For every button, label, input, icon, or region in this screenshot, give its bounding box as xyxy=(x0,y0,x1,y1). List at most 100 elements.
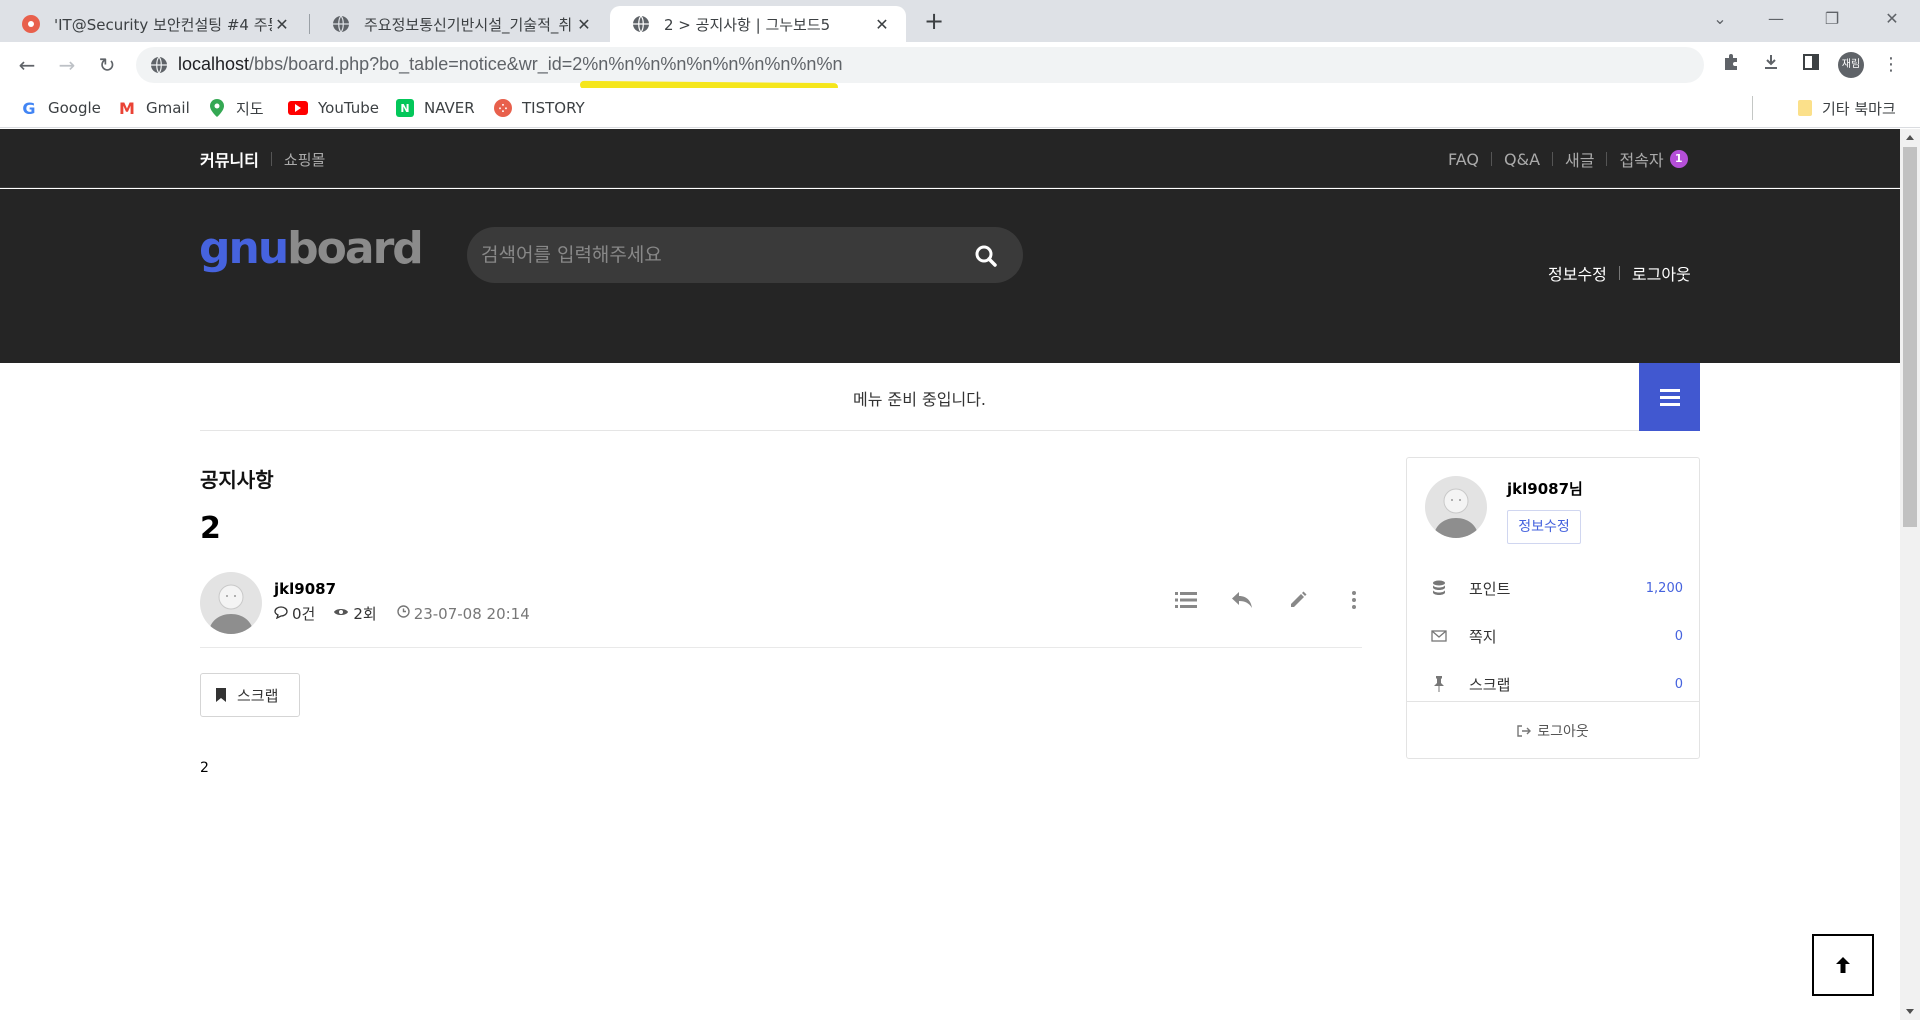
board-title: 공지사항 xyxy=(200,468,274,492)
browser-toolbar: ← → ↻ localhost/bbs/board.php?bo_table=n… xyxy=(0,42,1920,88)
bookmarks-divider xyxy=(1752,96,1753,120)
comment-count: 0건 xyxy=(292,605,316,623)
bookmarks-bar: G Google M Gmail 지도 YouTube N NAVER ⁘ TI… xyxy=(0,88,1920,128)
search-icon[interactable] xyxy=(973,243,999,269)
restore-window-icon[interactable]: ❐ xyxy=(1804,0,1860,38)
member-points-value: 1,200 xyxy=(1645,580,1683,596)
scrap-button-label: 스크랩 xyxy=(237,686,279,705)
tab-search-chevron-icon[interactable]: ⌄ xyxy=(1692,0,1748,38)
header-logout-link[interactable]: 로그아웃 xyxy=(1632,261,1691,285)
member-points-row[interactable]: 포인트 1,200 xyxy=(1429,576,1683,600)
url-path: /bbs/board.php?bo_table=notice&wr_id=2%n… xyxy=(249,54,843,74)
page-viewport: 커뮤니티 쇼핑몰 FAQ Q&A 새글 접속자 1 gnuboard 정보수정 … xyxy=(0,129,1900,1020)
url-host: localhost xyxy=(178,54,250,74)
nav-qa[interactable]: Q&A xyxy=(1504,150,1540,169)
site-info-globe-icon[interactable] xyxy=(150,56,168,74)
bookmark-label: Google xyxy=(48,99,101,117)
writer-avatar[interactable] xyxy=(200,572,262,634)
member-memo-row[interactable]: 쪽지 0 xyxy=(1429,624,1683,648)
bookmark-label: 지도 xyxy=(236,99,264,118)
gnuboard-logo[interactable]: gnuboard xyxy=(199,223,424,274)
address-bar[interactable]: localhost/bbs/board.php?bo_table=notice&… xyxy=(136,47,1704,83)
browser-tab-title: 2 > 공지사항 | 그누보드5 xyxy=(664,15,831,34)
bookmark-naver[interactable]: N NAVER xyxy=(396,96,475,120)
writer-name[interactable]: jkl9087 xyxy=(274,580,336,598)
bookmark-label: 기타 북마크 xyxy=(1822,99,1896,118)
nav-faq[interactable]: FAQ xyxy=(1448,150,1479,169)
member-scrap-label: 스크랩 xyxy=(1469,675,1511,694)
nav-new-posts[interactable]: 새글 xyxy=(1565,147,1594,171)
youtube-icon xyxy=(288,101,308,115)
bookmark-icon xyxy=(215,688,227,702)
back-arrow-icon[interactable]: ← xyxy=(12,50,42,80)
post-meta: 0건 2회 23-07-08 20:14 xyxy=(274,603,530,624)
envelope-icon xyxy=(1429,630,1449,642)
eye-icon xyxy=(333,606,349,622)
reload-icon[interactable]: ↻ xyxy=(92,50,122,80)
hamburger-line xyxy=(1660,403,1680,406)
post-content: 2 xyxy=(200,760,209,776)
list-icon[interactable] xyxy=(1158,586,1214,614)
nav-shop[interactable]: 쇼핑몰 xyxy=(284,149,325,170)
visitor-count-badge: 1 xyxy=(1669,150,1688,168)
browser-menu-dots-icon[interactable]: ⋮ xyxy=(1878,52,1904,78)
reply-icon[interactable] xyxy=(1214,586,1270,614)
logo-part-board: board xyxy=(287,223,424,274)
scroll-down-arrow-icon[interactable] xyxy=(1906,1009,1914,1014)
bookmark-label: Gmail xyxy=(146,99,190,117)
forward-arrow-icon[interactable]: → xyxy=(52,50,82,80)
hamburger-line xyxy=(1660,396,1680,399)
minimize-window-icon[interactable]: — xyxy=(1748,0,1804,38)
close-tab-icon[interactable]: ✕ xyxy=(574,15,594,34)
member-edit-profile-button[interactable]: 정보수정 xyxy=(1507,510,1581,544)
clock-icon xyxy=(396,605,410,622)
member-scrap-row[interactable]: 스크랩 0 xyxy=(1429,672,1683,696)
nav-visitors[interactable]: 접속자 xyxy=(1619,147,1663,171)
browser-tab-3-active[interactable]: 2 > 공지사항 | 그누보드5 ✕ xyxy=(610,6,906,42)
tistory-icon: ⁘ xyxy=(494,99,512,117)
bookmark-label: YouTube xyxy=(318,99,379,117)
arrow-up-icon xyxy=(1835,956,1851,974)
profile-avatar[interactable]: 재림 xyxy=(1838,52,1864,78)
more-options-icon[interactable] xyxy=(1326,586,1382,614)
browser-tab-1[interactable]: 'IT@Security 보안컨설팅 #4 주통 ✕ xyxy=(0,6,306,42)
bookmark-tistory[interactable]: ⁘ TISTORY xyxy=(494,96,585,120)
other-bookmarks-folder[interactable]: 기타 북마크 xyxy=(1798,96,1896,120)
nav-community[interactable]: 커뮤니티 xyxy=(200,147,259,171)
browser-tab-title: 주요정보통신기반시설_기술적_취 xyxy=(364,15,573,34)
browser-tab-2[interactable]: 주요정보통신기반시설_기술적_취 ✕ xyxy=(310,6,608,42)
scroll-up-arrow-icon[interactable] xyxy=(1906,135,1914,140)
scrap-button[interactable]: 스크랩 xyxy=(200,673,300,717)
google-icon: G xyxy=(22,98,36,118)
bookmark-maps[interactable]: 지도 xyxy=(208,96,264,120)
download-icon[interactable] xyxy=(1758,52,1784,78)
header-divider xyxy=(1618,266,1620,280)
bookmark-google[interactable]: G Google xyxy=(20,96,101,120)
bookmark-gmail[interactable]: M Gmail xyxy=(118,96,190,120)
close-tab-icon[interactable]: ✕ xyxy=(872,15,892,34)
scrollbar-thumb[interactable] xyxy=(1903,147,1917,527)
close-tab-icon[interactable]: ✕ xyxy=(272,15,292,34)
search-input[interactable] xyxy=(481,240,941,270)
close-window-icon[interactable]: ✕ xyxy=(1864,0,1920,38)
address-bar-url: localhost/bbs/board.php?bo_table=notice&… xyxy=(178,54,842,75)
scroll-to-top-button[interactable] xyxy=(1812,934,1874,996)
logo-part-gnu: gnu xyxy=(199,223,289,274)
header-edit-profile-link[interactable]: 정보수정 xyxy=(1548,261,1607,285)
member-logout-button[interactable]: 로그아웃 xyxy=(1407,701,1699,759)
map-pin-icon xyxy=(208,99,226,117)
globe-icon xyxy=(632,15,650,33)
page-scrollbar[interactable] xyxy=(1900,129,1920,1020)
top-navigation: 커뮤니티 쇼핑몰 FAQ Q&A 새글 접속자 1 xyxy=(0,129,1900,188)
bookmark-youtube[interactable]: YouTube xyxy=(288,96,379,120)
member-points-label: 포인트 xyxy=(1469,579,1511,598)
hamburger-menu-button[interactable] xyxy=(1639,363,1700,431)
post-writer-info: jkl9087 0건 2회 23-07-08 20:14 xyxy=(200,572,1362,648)
pencil-edit-icon[interactable] xyxy=(1270,586,1326,614)
side-panel-icon[interactable] xyxy=(1798,52,1824,78)
member-avatar[interactable] xyxy=(1425,476,1487,538)
member-scrap-value: 0 xyxy=(1674,676,1683,692)
menu-empty-message: 메뉴 준비 중입니다. xyxy=(852,390,987,409)
new-tab-icon[interactable]: + xyxy=(920,6,948,36)
extensions-puzzle-icon[interactable] xyxy=(1718,52,1744,78)
